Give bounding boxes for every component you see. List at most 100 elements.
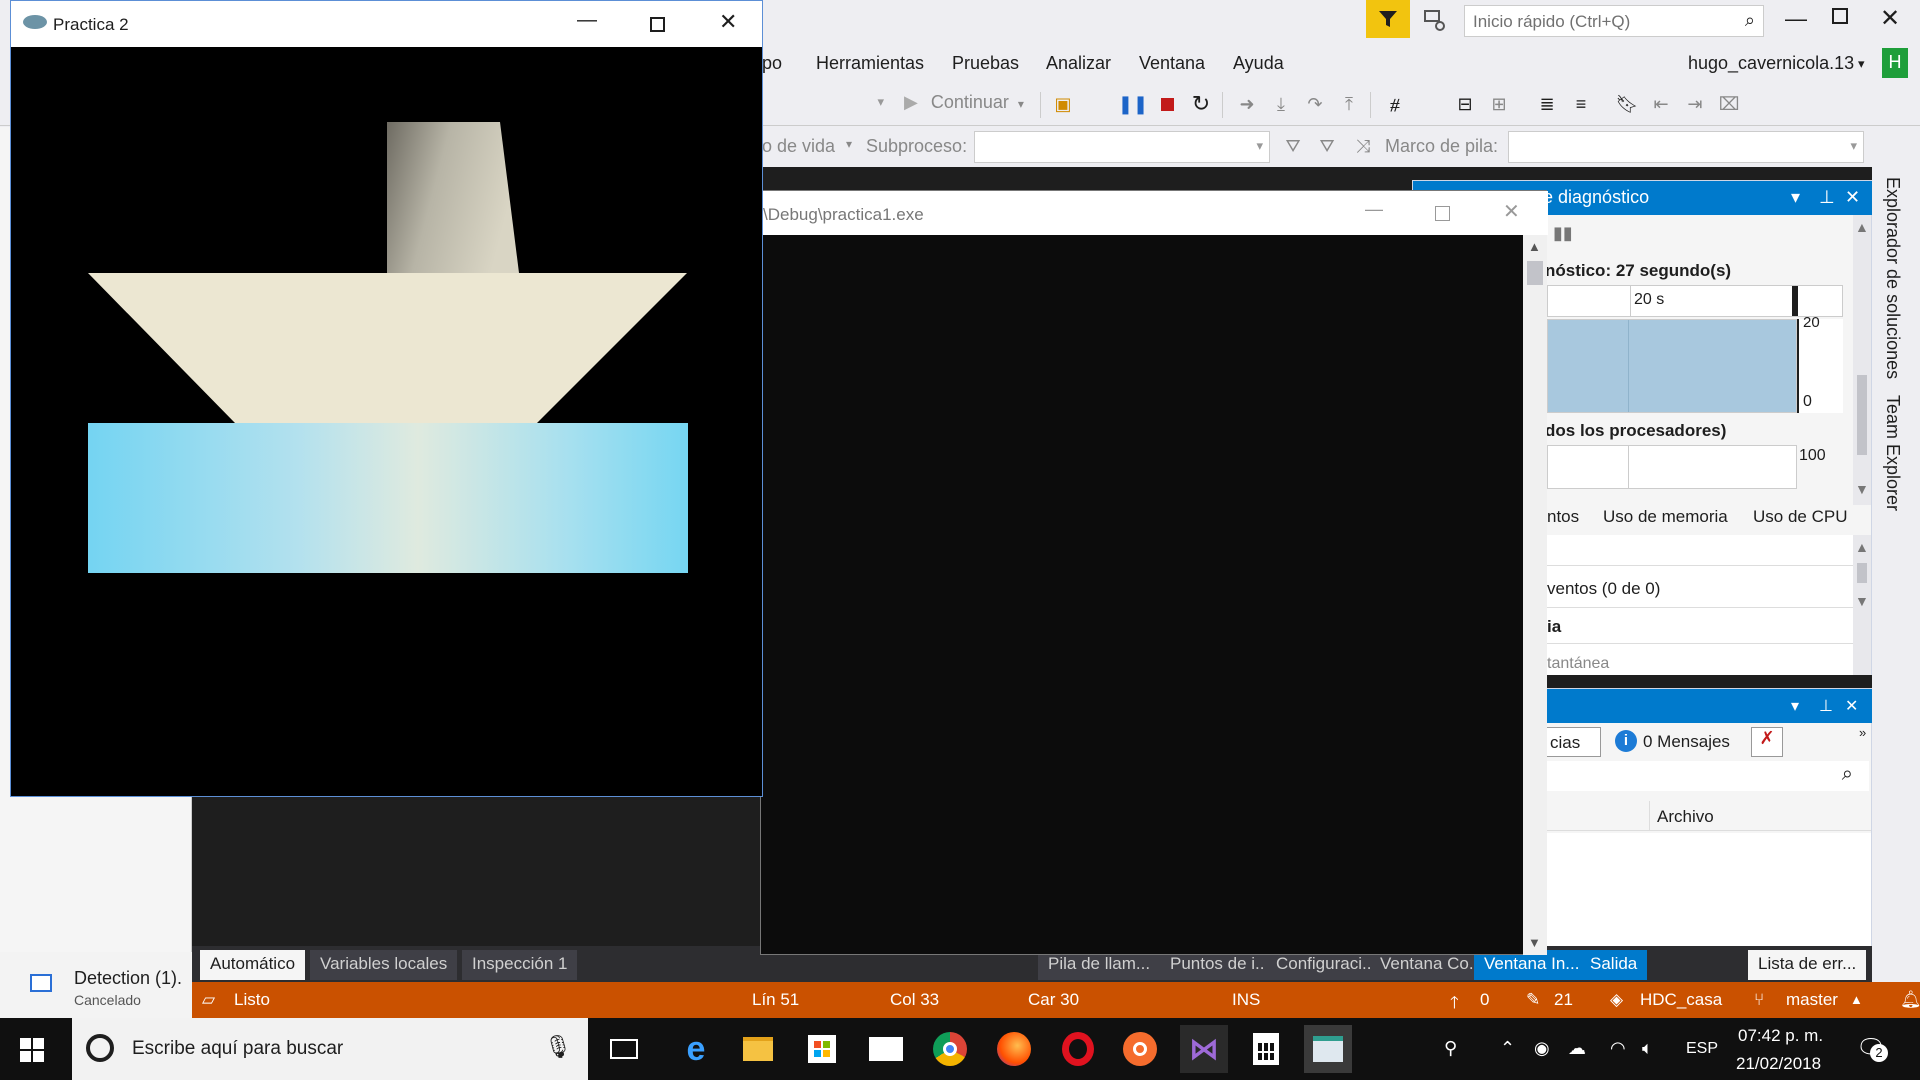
pin-icon[interactable]: ⊥ [1819,187,1835,208]
arrow-up-icon[interactable]: 🡑 [1450,990,1459,1018]
snapshot-label[interactable]: tantánea [1547,655,1609,673]
chevron-up-icon[interactable]: ▲ [1855,219,1869,235]
quick-launch-input[interactable]: Inicio rápido (Ctrl+Q) ⌕ [1464,5,1764,37]
tab-cpu[interactable]: Uso de CPU [1753,507,1847,527]
practica-app-icon[interactable] [1304,1025,1352,1073]
flag-threads-icon[interactable]: ⛛ [1314,132,1340,160]
notification-bell-icon[interactable]: 🔔︎ [1900,990,1920,1010]
user-menu-chevron[interactable]: ▾ [1858,56,1865,72]
outdent-icon[interactable]: ≡ [1568,90,1594,118]
tab-locals[interactable]: Variables locales [310,950,458,980]
stack-frame-combo[interactable] [1508,131,1864,163]
close-button[interactable]: ✕ [1503,199,1520,224]
step-out-icon[interactable]: ⤒ [1336,90,1362,118]
error-search-input[interactable]: ⌕ [1545,761,1869,791]
restart-icon[interactable]: ↻ [1188,90,1214,118]
console-scrollbar[interactable]: ▲ ▼ [1523,235,1547,955]
chevron-up-icon[interactable]: ▲ [1855,539,1869,555]
branch-name[interactable]: master [1786,990,1838,1010]
task-view-icon[interactable] [600,1025,648,1073]
timeline-cursor[interactable] [1792,286,1798,316]
pin-icon[interactable]: ⊥ [1819,696,1833,716]
pencil-icon[interactable]: ✎ [1526,990,1540,1010]
language-indicator[interactable]: ESP [1686,1040,1718,1058]
expand-callstack-icon[interactable]: ⤨ [1350,132,1376,160]
people-icon[interactable]: ⚲ [1444,1038,1457,1059]
edge-icon[interactable]: e [672,1025,720,1073]
visual-studio-icon[interactable]: ⋈ [1180,1025,1228,1073]
prev-bookmark-icon[interactable]: ⇤ [1648,90,1674,118]
mail-icon[interactable] [862,1025,910,1073]
unpushed-count[interactable]: 0 [1480,990,1489,1010]
origin-icon[interactable] [1116,1025,1164,1073]
tab-watch1[interactable]: Inspección 1 [462,950,578,980]
repo-icon[interactable]: ◈ [1610,990,1623,1010]
close-button[interactable]: ✕ [719,9,737,35]
lifecycle-label[interactable]: o de vida [762,136,835,157]
hex-display-icon[interactable]: ⧣ [1382,90,1408,118]
record-icon[interactable]: ◉ [1534,1038,1550,1059]
indent-icon[interactable]: ≣ [1534,90,1560,118]
tab-events[interactable]: ntos [1547,507,1579,527]
chart-settings-icon[interactable]: ▮▮ [1553,223,1573,244]
store-icon[interactable] [798,1025,846,1073]
menu-ayuda[interactable]: Ayuda [1233,53,1284,74]
close-icon[interactable]: ✕ [1845,187,1860,208]
stack-icon[interactable]: ⊞ [1486,90,1512,118]
close-icon[interactable]: ✕ [1845,696,1858,716]
tab-solution-explorer[interactable]: Explorador de soluciones [1882,177,1903,379]
chevron-down-icon[interactable]: ▾ [1791,187,1800,208]
chevron-down-icon[interactable]: ▼ [1528,935,1541,950]
calculator-icon[interactable] [1242,1025,1290,1073]
clear-bookmarks-icon[interactable]: ⌧ [1716,90,1742,118]
stop-icon[interactable] [1154,90,1180,118]
next-bookmark-icon[interactable]: ⇥ [1682,90,1708,118]
diag-list-scrollbar[interactable]: ▲ ▼ [1853,535,1871,675]
config-combo[interactable] [762,88,890,120]
chevron-down-icon[interactable]: ▾ [846,137,852,151]
clock-date[interactable]: 21/02/2018 [1736,1054,1821,1074]
opera-icon[interactable] [1054,1025,1102,1073]
maximize-button[interactable] [1832,8,1848,24]
continue-button[interactable]: ▶ Continuar ▾ [904,92,1024,113]
chevron-up-icon[interactable]: ▲ [1528,239,1541,254]
pause-icon[interactable]: ❚❚ [1118,90,1148,118]
maximize-button[interactable] [650,17,665,32]
minimize-button[interactable]: — [1785,6,1807,32]
messages-filter-button[interactable]: i 0 Mensajes [1609,727,1751,757]
show-next-statement-icon[interactable]: ➜ [1234,90,1260,118]
maximize-button[interactable] [1435,206,1450,221]
clock-time[interactable]: 07:42 p. m. [1738,1026,1823,1046]
chevron-down-icon[interactable]: ▼ [1855,593,1869,609]
process-icon[interactable]: ▣ [1050,90,1076,118]
filter-icon[interactable] [1366,0,1410,38]
tab-memory[interactable]: Uso de memoria [1603,507,1728,527]
tab-output[interactable]: Salida [1580,950,1648,980]
branch-icon[interactable]: ⑂ [1754,990,1764,1010]
wifi-icon[interactable]: ◠ [1610,1038,1626,1059]
thread-combo[interactable] [974,131,1270,163]
file-explorer-icon[interactable] [734,1025,782,1073]
tab-error-list[interactable]: Lista de err... [1748,950,1867,980]
pending-changes-count[interactable]: 21 [1554,990,1573,1010]
chevron-up-icon[interactable]: ▲ [1850,992,1863,1007]
filter-threads-icon[interactable]: ⛛ [1280,132,1306,160]
firefox-icon[interactable] [990,1025,1038,1073]
step-into-icon[interactable]: ⤓ [1268,90,1294,118]
menu-ventana[interactable]: Ventana [1139,53,1205,74]
column-file[interactable]: Archivo [1657,807,1714,827]
user-avatar[interactable]: H [1882,48,1908,78]
bookmark-icon[interactable]: 🔖︎ [1614,90,1640,118]
chevron-down-icon[interactable]: ▾ [1791,696,1799,716]
menu-herramientas[interactable]: Herramientas [816,53,924,74]
download-item[interactable]: Detection (1). Cancelado [0,952,192,1018]
clear-filter-icon[interactable]: ✗ [1751,727,1783,757]
volume-icon[interactable]: 🔈︎ [1642,1038,1653,1059]
diag-scrollbar[interactable]: ▲ ▼ [1853,215,1871,505]
menu-pruebas[interactable]: Pruebas [952,53,1019,74]
chevron-down-icon[interactable]: ▼ [1855,481,1869,497]
repo-name[interactable]: HDC_casa [1640,990,1722,1010]
close-button[interactable]: ✕ [1880,4,1900,33]
chevron-up-icon[interactable]: ⌃ [1500,1038,1515,1059]
menu-analizar[interactable]: Analizar [1046,53,1111,74]
